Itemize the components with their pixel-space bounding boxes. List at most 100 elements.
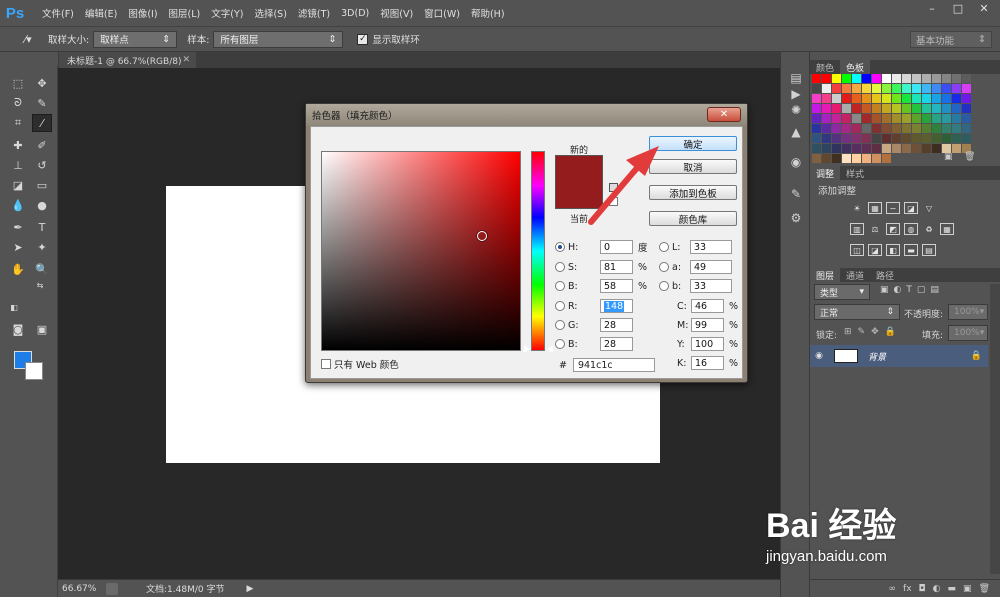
- color-swatch[interactable]: [932, 144, 941, 153]
- web-only-option[interactable]: 只有 Web 颜色: [321, 357, 399, 371]
- eraser-tool-icon[interactable]: ◪: [8, 176, 28, 194]
- color-swatch[interactable]: [952, 134, 961, 143]
- color-swatch[interactable]: [812, 74, 821, 83]
- color-swatch[interactable]: [852, 84, 861, 93]
- color-swatch[interactable]: [862, 124, 871, 133]
- color-swatch[interactable]: [942, 84, 951, 93]
- color-swatch[interactable]: [822, 144, 831, 153]
- color-swatch[interactable]: [922, 94, 931, 103]
- menu-help[interactable]: 帮助(H): [471, 6, 505, 20]
- color-swatch[interactable]: [872, 154, 881, 163]
- info-panel-icon[interactable]: ✺: [787, 102, 805, 118]
- history-brush-tool-icon[interactable]: ↺: [32, 156, 52, 174]
- tab-color[interactable]: 颜色: [810, 60, 840, 74]
- screen-mode-icon[interactable]: ▣: [32, 320, 52, 338]
- color-swatch[interactable]: [832, 74, 841, 83]
- show-ring-checkbox[interactable]: ✓: [357, 33, 369, 45]
- color-swatch[interactable]: [922, 84, 931, 93]
- custom-shape-tool-icon[interactable]: ✦: [32, 238, 52, 256]
- color-swatch[interactable]: [902, 84, 911, 93]
- color-swatch[interactable]: [852, 144, 861, 153]
- color-swatch[interactable]: [842, 84, 851, 93]
- ok-button[interactable]: 确定: [649, 136, 737, 151]
- color-swatch[interactable]: [812, 144, 821, 153]
- color-swatch[interactable]: [872, 84, 881, 93]
- menu-select[interactable]: 选择(S): [254, 6, 286, 20]
- delete-swatch-icon[interactable]: 🗑: [964, 152, 975, 162]
- maximize-button[interactable]: □: [946, 0, 970, 16]
- saturation-field[interactable]: 81: [600, 260, 633, 274]
- delete-layer-icon[interactable]: 🗑: [979, 584, 990, 594]
- color-swatch[interactable]: [832, 154, 841, 163]
- color-swatch[interactable]: [932, 104, 941, 113]
- color-swatch[interactable]: [862, 114, 871, 123]
- dodge-tool-icon[interactable]: ●: [32, 196, 52, 214]
- tab-swatches[interactable]: 色板: [840, 60, 871, 74]
- red-field[interactable]: 148: [600, 299, 633, 313]
- color-swatch[interactable]: [962, 114, 971, 123]
- workspace-select[interactable]: 基本功能 ⇕: [910, 31, 992, 48]
- web-safe-warning-icon[interactable]: [609, 197, 618, 206]
- color-balance-icon[interactable]: ⚖: [868, 223, 882, 235]
- color-swatch[interactable]: [952, 74, 961, 83]
- background-color-swatch[interactable]: [25, 362, 43, 380]
- color-swatch[interactable]: [842, 134, 851, 143]
- color-swatch[interactable]: [872, 124, 881, 133]
- color-swatch[interactable]: [892, 134, 901, 143]
- color-swatch[interactable]: [882, 114, 891, 123]
- color-swatch[interactable]: [872, 144, 881, 153]
- color-swatch[interactable]: [962, 84, 971, 93]
- channel-mixer-icon[interactable]: ♻: [922, 223, 936, 235]
- color-swatch[interactable]: [872, 74, 881, 83]
- new-layer-icon[interactable]: ▣: [963, 584, 972, 594]
- color-swatch[interactable]: [862, 154, 871, 163]
- threshold-icon[interactable]: ◧: [886, 244, 900, 256]
- brush-panel-icon[interactable]: ✎: [787, 186, 805, 202]
- hue-slider[interactable]: [531, 151, 545, 351]
- color-swatch[interactable]: [942, 104, 951, 113]
- hue-slider-left-marker[interactable]: [524, 345, 530, 353]
- color-swatch[interactable]: [832, 84, 841, 93]
- color-swatch[interactable]: [962, 74, 971, 83]
- lab-b-field[interactable]: 33: [690, 279, 732, 293]
- color-swatch[interactable]: [832, 124, 841, 133]
- color-swatch[interactable]: [812, 114, 821, 123]
- color-swatch[interactable]: [922, 134, 931, 143]
- color-swatch[interactable]: [922, 74, 931, 83]
- new-adjustment-layer-icon[interactable]: ◐: [933, 584, 941, 594]
- color-swatch[interactable]: [832, 104, 841, 113]
- color-swatch[interactable]: [962, 134, 971, 143]
- close-tab-icon[interactable]: ✕: [182, 55, 190, 65]
- color-swatch[interactable]: [852, 134, 861, 143]
- status-info-icon[interactable]: [106, 582, 118, 595]
- eyedropper-tool-icon[interactable]: ⁄: [32, 114, 52, 132]
- brightness-radio[interactable]: [555, 281, 565, 291]
- vibrance-icon[interactable]: ▽: [922, 202, 936, 214]
- color-swatch[interactable]: [902, 134, 911, 143]
- color-swatch[interactable]: [962, 104, 971, 113]
- exposure-icon[interactable]: ◪: [904, 202, 918, 214]
- menu-layer[interactable]: 图层(L): [169, 6, 201, 20]
- color-swatch[interactable]: [812, 104, 821, 113]
- dialog-close-button[interactable]: ✕: [707, 107, 741, 122]
- color-swatch[interactable]: [812, 84, 821, 93]
- color-swatch[interactable]: [912, 94, 921, 103]
- out-of-gamut-cube-icon[interactable]: [609, 183, 618, 192]
- color-swatch[interactable]: [812, 124, 821, 133]
- brush-tool-icon[interactable]: ✐: [32, 136, 52, 154]
- color-swatch[interactable]: [862, 74, 871, 83]
- sample-select[interactable]: 所有图层 ⇕: [213, 30, 344, 48]
- color-swatch[interactable]: [872, 94, 881, 103]
- document-tab[interactable]: 未标题-1 @ 66.7%(RGB/8) ✕: [59, 52, 196, 68]
- color-swatch[interactable]: [962, 124, 971, 133]
- menu-view[interactable]: 视图(V): [380, 6, 413, 20]
- color-swatch[interactable]: [842, 94, 851, 103]
- color-swatch[interactable]: [952, 94, 961, 103]
- color-swatch[interactable]: [892, 84, 901, 93]
- red-radio[interactable]: [555, 301, 565, 311]
- photo-filter-icon[interactable]: ◍: [904, 223, 918, 235]
- color-swatch[interactable]: [842, 144, 851, 153]
- color-swatch[interactable]: [842, 154, 851, 163]
- black-field[interactable]: 16: [691, 356, 724, 370]
- blue-radio[interactable]: [555, 339, 565, 349]
